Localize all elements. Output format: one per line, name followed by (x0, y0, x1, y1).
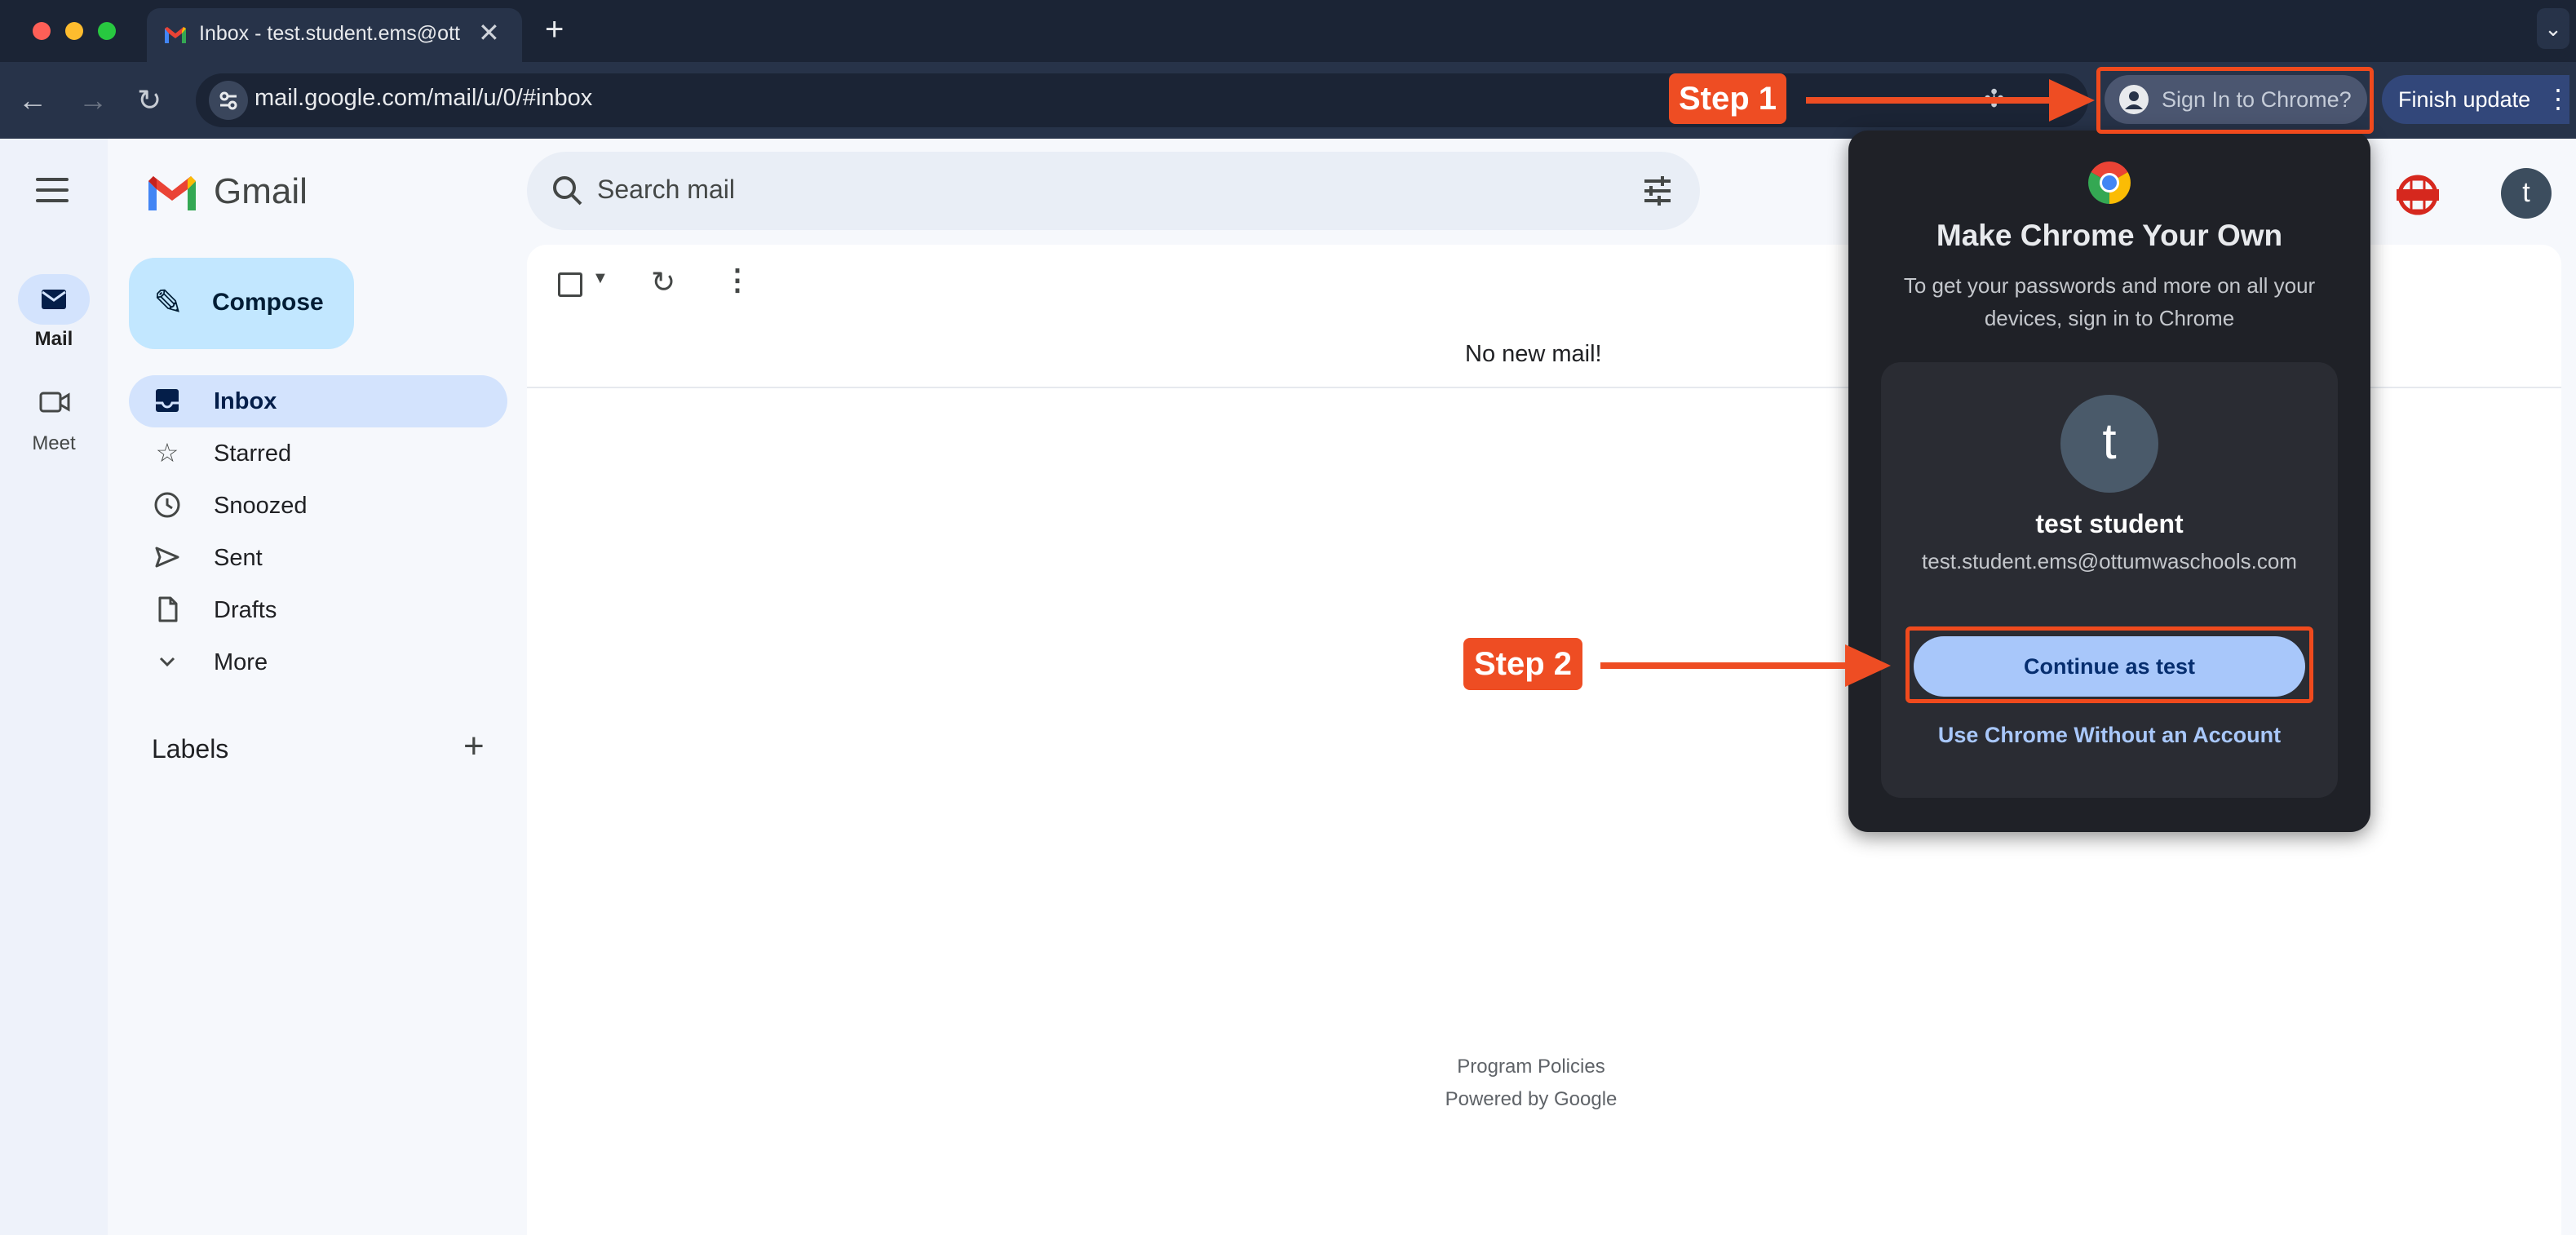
nav-label: Inbox (214, 388, 277, 414)
tune-icon (219, 91, 237, 110)
powered-by-google: Powered by Google (1445, 1088, 1618, 1110)
main-menu-icon[interactable] (36, 178, 69, 202)
step1-arrow-head (2049, 79, 2095, 122)
search-options-icon[interactable] (1638, 171, 1677, 210)
nav-item-inbox[interactable]: Inbox (129, 375, 507, 427)
nav-label: Starred (214, 440, 292, 467)
back-button[interactable]: ← (18, 82, 47, 119)
tab-close-icon[interactable]: ✕ (478, 20, 500, 46)
finish-update-label: Finish update (2398, 87, 2531, 112)
chrome-menu-icon[interactable]: ⋮ (2545, 83, 2571, 114)
empty-inbox-message: No new mail! (1465, 341, 1602, 367)
nav-label: Snoozed (214, 493, 308, 519)
nav-item-snoozed[interactable]: Snoozed (129, 480, 507, 532)
draft-file-icon (158, 596, 178, 622)
tab-title: Inbox - test.student.ems@ottumwaschools.… (199, 22, 460, 45)
create-label-button[interactable]: + (463, 726, 485, 767)
gmail-logo-icon[interactable] (145, 171, 199, 214)
mail-icon (42, 290, 66, 309)
forward-button[interactable]: → (78, 82, 108, 119)
step1-highlight-box (2096, 67, 2374, 134)
reload-button[interactable]: ↻ (137, 82, 162, 119)
tab-search-button[interactable]: ⌄ (2537, 8, 2569, 49)
nav-label: Drafts (214, 597, 277, 623)
nav-label: Sent (214, 545, 263, 571)
nav-label: More (214, 649, 268, 675)
step2-arrow-head (1845, 644, 1891, 687)
gmail-wordmark: Gmail (214, 171, 308, 211)
ottumwa-schools-logo[interactable] (2395, 175, 2441, 215)
select-all-checkbox[interactable] (558, 272, 582, 297)
select-dropdown-icon[interactable]: ▼ (592, 269, 609, 288)
finish-update-button[interactable]: Finish update ⋮ (2382, 75, 2571, 124)
account-avatar: t (2060, 395, 2158, 493)
refresh-icon[interactable]: ↻ (651, 265, 675, 299)
url-text: mail.google.com/mail/u/0/#inbox (255, 85, 593, 111)
window-minimize-button[interactable] (65, 22, 83, 40)
gmail-favicon-icon (165, 27, 186, 43)
nav-item-drafts[interactable]: Drafts (129, 584, 507, 636)
pencil-icon: ✎ (153, 283, 184, 323)
nav-item-more[interactable]: More (129, 636, 507, 688)
nav-item-starred[interactable]: ☆ Starred (129, 427, 507, 480)
window-close-button[interactable] (33, 22, 51, 40)
program-policies-link[interactable]: Program Policies (1387, 1056, 1675, 1078)
compose-label: Compose (212, 289, 324, 316)
compose-button[interactable]: ✎ Compose (129, 258, 354, 349)
account-name: test student (2035, 509, 2184, 538)
browser-tab-inbox[interactable]: Inbox - test.student.ems@ottumwaschools.… (147, 8, 522, 62)
rail-mail-button[interactable] (18, 274, 90, 325)
search-icon[interactable] (548, 171, 587, 210)
account-email: test.student.ems@ottumwaschools.com (1922, 549, 2297, 573)
more-options-icon[interactable]: ⋮ (723, 263, 752, 297)
chevron-down-icon (159, 657, 175, 667)
google-account-avatar[interactable]: t (2501, 168, 2552, 219)
search-bar[interactable]: Search mail (527, 152, 1700, 230)
site-info-button[interactable] (209, 81, 248, 120)
nav-item-sent[interactable]: Sent (129, 532, 507, 584)
star-icon: ☆ (155, 438, 179, 467)
rail-mail-label: Mail (34, 328, 73, 350)
step2-arrow-line (1600, 662, 1845, 669)
video-camera-icon[interactable] (39, 390, 70, 414)
popup-title: Make Chrome Your Own (1936, 219, 2283, 252)
step2-badge: Step 2 (1463, 638, 1582, 690)
chrome-logo-icon (2088, 162, 2131, 204)
step1-badge: Step 1 (1669, 73, 1786, 124)
window-zoom-button[interactable] (98, 22, 116, 40)
inbox-icon (156, 389, 179, 412)
popup-description: To get your passwords and more on all yo… (1903, 273, 2316, 330)
step1-arrow-line (1806, 97, 2069, 104)
rail-meet-label[interactable]: Meet (0, 432, 108, 455)
new-tab-button[interactable]: + (545, 10, 564, 49)
search-placeholder: Search mail (597, 175, 735, 204)
step2-highlight-box (1905, 626, 2313, 703)
use-without-account-link[interactable]: Use Chrome Without an Account (1881, 723, 2338, 748)
labels-heading: Labels (152, 734, 229, 764)
clock-icon (154, 492, 180, 518)
send-icon (155, 547, 179, 568)
